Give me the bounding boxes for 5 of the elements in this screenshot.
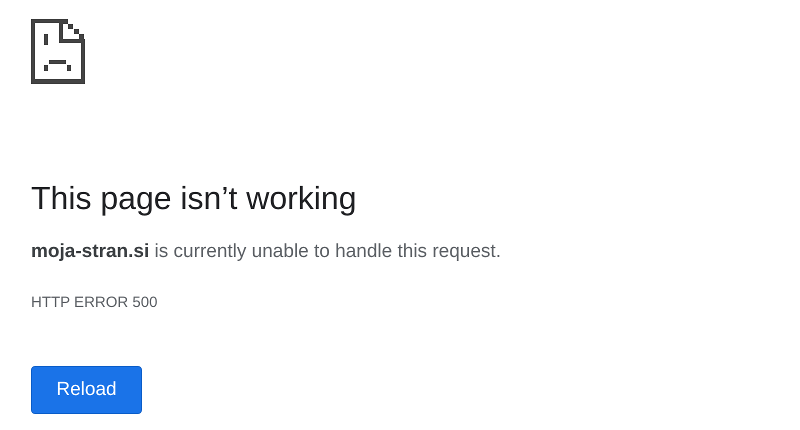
error-code: HTTP ERROR 500 — [31, 294, 158, 311]
reload-button[interactable]: Reload — [31, 366, 142, 414]
error-message: moja-stran.si is currently unable to handle this request. — [31, 240, 501, 264]
sad-document-icon — [31, 19, 85, 84]
error-title: This page isn’t working — [31, 179, 356, 218]
